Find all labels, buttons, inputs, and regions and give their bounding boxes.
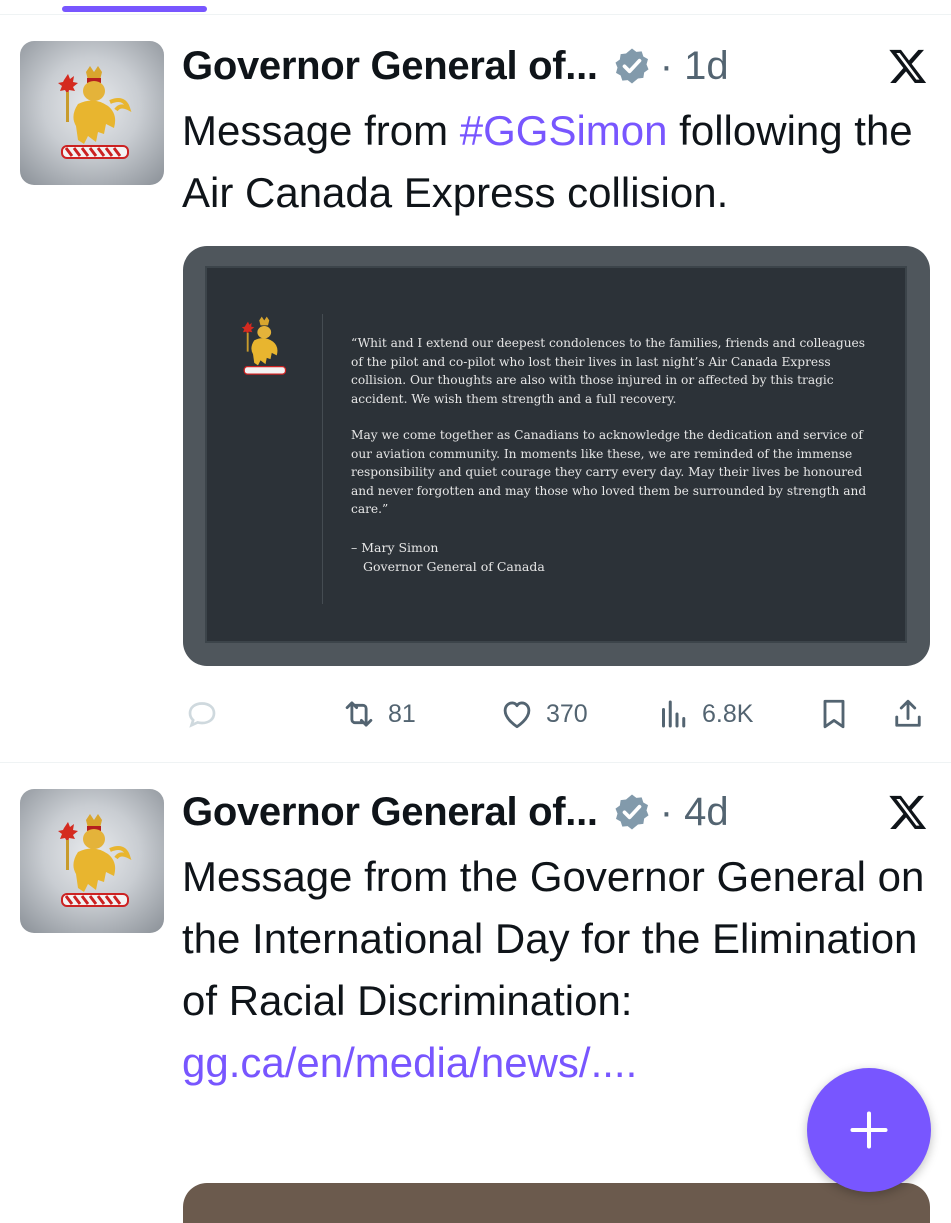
crest-icon — [58, 66, 132, 159]
bookmark-icon — [823, 699, 845, 729]
external-link[interactable]: gg.ca/en/media/​news/.... — [182, 1039, 637, 1086]
views-count: 6.8K — [702, 699, 754, 728]
repost-count: 81 — [388, 699, 416, 728]
post-text-part: Message from the Governor General on the… — [182, 853, 925, 1024]
x-logo-icon[interactable] — [887, 792, 929, 834]
author-avatar[interactable] — [20, 41, 164, 185]
post-text-part: Message from — [182, 107, 460, 154]
post-text: Message from the Governor General on the… — [182, 846, 932, 1094]
author-name[interactable]: Governor General of... — [182, 790, 598, 835]
media-image[interactable]: “Whit and I extend our deepest condolenc… — [183, 246, 930, 666]
quote-paragraph: May we come together as Canadians to ack… — [351, 428, 867, 516]
post-text: Message from #GGSimon following the Air … — [182, 100, 932, 224]
share-icon — [895, 699, 921, 727]
statement-image: “Whit and I extend our deepest condolenc… — [205, 266, 907, 643]
compose-plus-icon — [850, 1111, 888, 1149]
repost-button[interactable]: 81 — [340, 692, 416, 736]
x-logo-icon[interactable] — [887, 46, 929, 88]
statement-quote: “Whit and I extend our deepest condolenc… — [351, 334, 871, 537]
signature-title: Governor General of Canada — [363, 559, 545, 574]
divider — [322, 314, 323, 604]
post-time[interactable]: · 1d — [660, 44, 729, 89]
reply-button[interactable] — [184, 692, 220, 736]
author-name[interactable]: Governor General of... — [182, 44, 598, 89]
divider — [0, 762, 951, 763]
post-header: Governor General of... · 1d — [182, 36, 729, 96]
like-button[interactable]: 370 — [498, 692, 588, 736]
post-time[interactable]: · 4d — [660, 790, 729, 835]
active-tab-indicator — [62, 6, 207, 12]
post-header: Governor General of... · 4d — [182, 782, 729, 842]
verified-badge-icon — [615, 48, 649, 84]
media-image[interactable] — [183, 1183, 930, 1223]
verified-badge-icon — [615, 794, 649, 830]
like-icon — [503, 701, 531, 729]
compose-button[interactable] — [807, 1068, 931, 1192]
post-actions: 81 370 6.8K — [0, 692, 951, 736]
author-avatar[interactable] — [20, 789, 164, 933]
bookmark-button[interactable] — [816, 692, 852, 736]
crest-icon — [241, 316, 287, 375]
quote-paragraph: “Whit and I extend our deepest condolenc… — [351, 336, 866, 406]
crest-icon — [58, 814, 132, 907]
reply-icon — [188, 702, 216, 728]
divider — [0, 14, 951, 15]
signature-name: – Mary Simon — [351, 540, 439, 555]
views-button[interactable]: 6.8K — [656, 692, 753, 736]
share-button[interactable] — [890, 692, 926, 736]
views-icon — [662, 700, 686, 728]
repost-icon — [345, 701, 373, 727]
hashtag-link[interactable]: #GGSimon — [460, 107, 668, 154]
like-count: 370 — [546, 699, 588, 728]
